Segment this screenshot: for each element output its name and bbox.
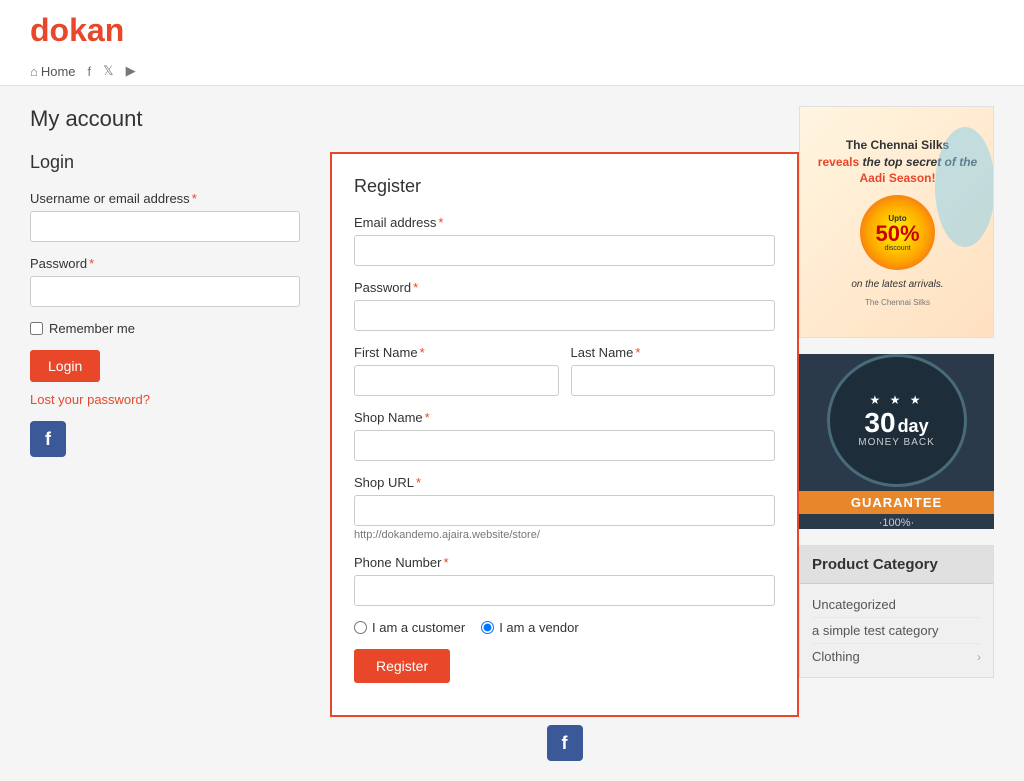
- nav-home-label: Home: [41, 64, 76, 79]
- name-row: First Name* Last Name*: [354, 345, 775, 410]
- register-fb-row: f: [330, 725, 799, 761]
- password-input-login[interactable]: [30, 276, 300, 307]
- customer-label: I am a customer: [372, 620, 465, 635]
- site-header: dokan ⌂ Home f 𝕏 ▶: [0, 0, 1024, 86]
- facebook-icon: f: [88, 64, 92, 79]
- page-title: My account: [30, 106, 799, 132]
- shop-url-hint: http://dokandemo.ajaira.website/store/: [354, 529, 775, 541]
- youtube-icon: ▶: [126, 63, 136, 79]
- password-group-register: Password*: [354, 280, 775, 331]
- badge-stars: ★ ★ ★: [870, 393, 924, 407]
- username-label: Username or email address*: [30, 191, 300, 206]
- lost-password-link[interactable]: Lost your password?: [30, 392, 300, 407]
- remember-me-row: Remember me: [30, 321, 300, 336]
- shop-name-input[interactable]: [354, 430, 775, 461]
- category-arrow: ›: [977, 650, 981, 664]
- nav-youtube[interactable]: ▶: [126, 63, 136, 79]
- top-nav: ⌂ Home f 𝕏 ▶: [30, 57, 994, 85]
- category-clothing[interactable]: Clothing: [812, 649, 860, 664]
- forms-row: Login Username or email address* Passwor…: [30, 152, 799, 761]
- remember-me-checkbox[interactable]: [30, 322, 43, 335]
- nav-twitter[interactable]: 𝕏: [103, 63, 113, 79]
- first-name-input[interactable]: [354, 365, 559, 396]
- right-sidebar: The Chennai Silks reveals the top secret…: [799, 106, 994, 761]
- list-item[interactable]: Clothing ›: [812, 644, 981, 669]
- remember-me-label: Remember me: [49, 321, 135, 336]
- register-box: Register Email address* Password*: [330, 152, 799, 717]
- password-group-login: Password*: [30, 256, 300, 307]
- badge-100: ·100%·: [879, 517, 914, 529]
- register-title: Register: [354, 176, 775, 197]
- product-category-box: Product Category Uncategorized a simple …: [799, 545, 994, 678]
- vendor-option: I am a vendor: [481, 620, 579, 635]
- first-name-group: First Name*: [354, 345, 559, 396]
- username-group: Username or email address*: [30, 191, 300, 242]
- password-label-register: Password*: [354, 280, 775, 295]
- badge-30: 30: [864, 409, 895, 437]
- phone-input[interactable]: [354, 575, 775, 606]
- customer-radio[interactable]: [354, 621, 367, 634]
- last-name-input[interactable]: [571, 365, 776, 396]
- email-label: Email address*: [354, 215, 775, 230]
- shop-name-group: Shop Name*: [354, 410, 775, 461]
- category-simple-test[interactable]: a simple test category: [812, 623, 938, 638]
- list-item[interactable]: a simple test category: [812, 618, 981, 644]
- guarantee-badge: ★ ★ ★ 30 day MONEY BACK GUARANTEE ·100%·: [799, 354, 994, 529]
- logo-d: d: [30, 12, 50, 48]
- email-group: Email address*: [354, 215, 775, 266]
- last-name-group: Last Name*: [571, 345, 776, 396]
- shop-name-label: Shop Name*: [354, 410, 775, 425]
- login-facebook-button[interactable]: f: [30, 421, 66, 457]
- badge-ribbon: GUARANTEE: [799, 491, 994, 514]
- login-title: Login: [30, 152, 300, 173]
- list-item[interactable]: Uncategorized: [812, 592, 981, 618]
- vendor-label: I am a vendor: [499, 620, 579, 635]
- login-section: Login Username or email address* Passwor…: [30, 152, 330, 761]
- site-logo[interactable]: dokan: [30, 12, 994, 49]
- email-input[interactable]: [354, 235, 775, 266]
- username-input[interactable]: [30, 211, 300, 242]
- last-name-label: Last Name*: [571, 345, 776, 360]
- shop-url-input[interactable]: [354, 495, 775, 526]
- phone-label: Phone Number*: [354, 555, 775, 570]
- logo-rest: okan: [50, 12, 125, 48]
- ad-image: The Chennai Silks reveals the top secret…: [800, 107, 994, 337]
- product-category-list: Uncategorized a simple test category Clo…: [800, 584, 993, 677]
- shop-url-group: Shop URL* http://dokandemo.ajaira.websit…: [354, 475, 775, 541]
- badge-money: MONEY BACK: [858, 437, 935, 448]
- product-category-title: Product Category: [800, 546, 993, 584]
- left-column: My account Login Username or email addre…: [30, 106, 799, 761]
- password-input-register[interactable]: [354, 300, 775, 331]
- ad-banner[interactable]: The Chennai Silks reveals the top secret…: [799, 106, 994, 338]
- password-label-login: Password*: [30, 256, 300, 271]
- badge-day: day: [898, 416, 929, 437]
- main-container: My account Login Username or email addre…: [0, 86, 1024, 781]
- vendor-radio[interactable]: [481, 621, 494, 634]
- phone-group: Phone Number*: [354, 555, 775, 606]
- twitter-icon: 𝕏: [103, 63, 113, 79]
- home-icon: ⌂: [30, 64, 38, 79]
- shop-url-label: Shop URL*: [354, 475, 775, 490]
- register-button[interactable]: Register: [354, 649, 450, 683]
- login-button[interactable]: Login: [30, 350, 100, 382]
- nav-home[interactable]: ⌂ Home: [30, 64, 76, 79]
- category-uncategorized[interactable]: Uncategorized: [812, 597, 896, 612]
- register-facebook-button[interactable]: f: [547, 725, 583, 761]
- user-type-row: I am a customer I am a vendor: [354, 620, 775, 635]
- nav-facebook[interactable]: f: [88, 64, 92, 79]
- register-section: Register Email address* Password*: [330, 152, 799, 761]
- customer-option: I am a customer: [354, 620, 465, 635]
- first-name-label: First Name*: [354, 345, 559, 360]
- badge-circle: ★ ★ ★ 30 day MONEY BACK: [827, 354, 967, 487]
